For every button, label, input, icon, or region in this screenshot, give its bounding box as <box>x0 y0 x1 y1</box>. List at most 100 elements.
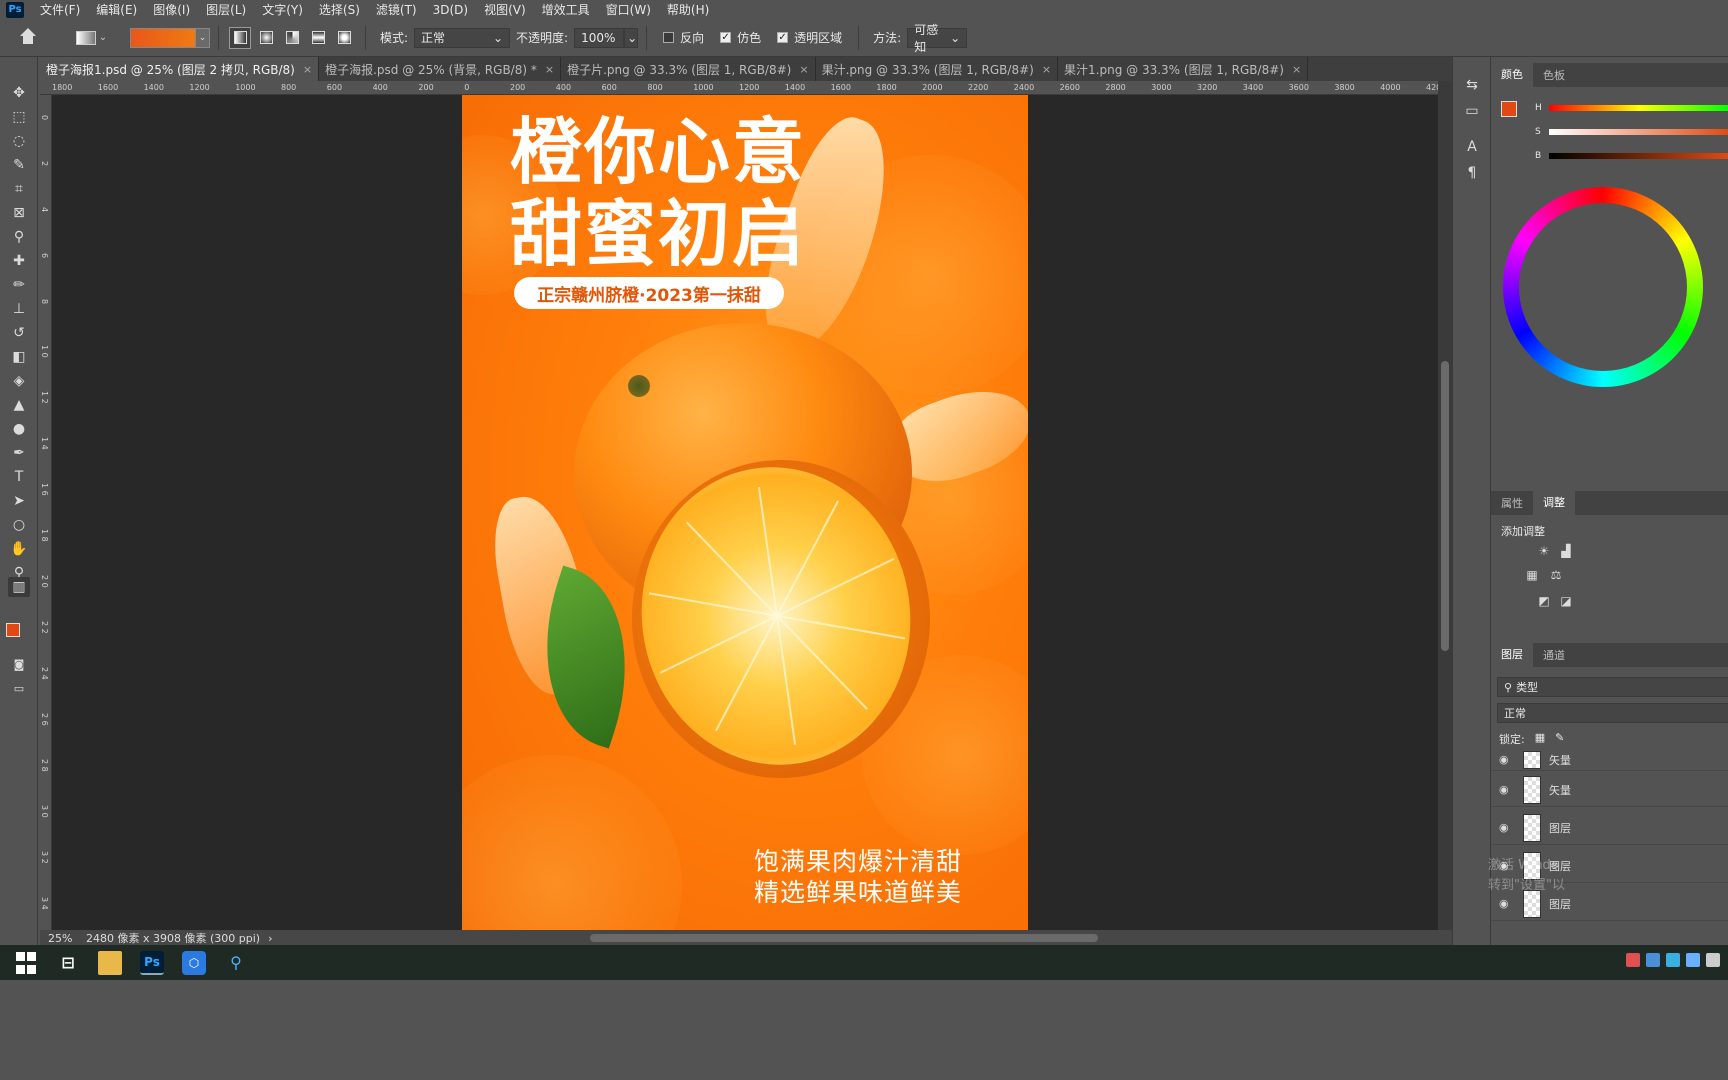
layer-name[interactable]: 图层 <box>1549 896 1571 912</box>
hand-icon[interactable]: ✋ <box>8 539 30 559</box>
dodge-icon[interactable]: ● <box>8 419 30 439</box>
frame-icon[interactable]: ⊠ <box>8 203 30 223</box>
tab-swatches[interactable]: 色板 <box>1533 67 1575 83</box>
tab-channels[interactable]: 通道 <box>1533 647 1575 663</box>
invert-icon[interactable]: ◩ <box>1533 591 1555 611</box>
lock-paint-icon[interactable]: ✎ <box>1555 731 1564 747</box>
tray-app-icon[interactable] <box>1626 953 1640 967</box>
gradient-map-icon[interactable]: ◪ <box>1555 591 1577 611</box>
foreground-color-swatch[interactable] <box>6 623 20 637</box>
opacity-dropdown[interactable]: ⌄ <box>624 27 639 48</box>
gradient-dropdown[interactable]: ⌄ <box>196 27 210 48</box>
mode-select[interactable]: 正常 ⌄ <box>414 27 511 48</box>
menu-filter[interactable]: 滤镜(T) <box>368 1 425 18</box>
layer-filter[interactable]: ⚲ 类型 <box>1497 677 1728 697</box>
eraser-icon[interactable]: ◧ <box>8 347 30 367</box>
brightness-slider[interactable] <box>1549 153 1728 159</box>
paragraph-icon[interactable]: ¶ <box>1461 163 1483 183</box>
menu-edit[interactable]: 编辑(E) <box>88 1 145 18</box>
menu-type[interactable]: 文字(Y) <box>254 1 311 18</box>
layer-name[interactable]: 矢量 <box>1549 752 1571 768</box>
gradient-swatch[interactable] <box>130 27 196 48</box>
reverse-checkbox[interactable]: 反向 <box>663 29 704 46</box>
photoshop-taskbar-icon[interactable]: Ps <box>140 950 164 975</box>
history-brush-icon[interactable]: ↺ <box>8 323 30 343</box>
horizontal-ruler[interactable]: 1800 1600 1400 1200 1000 800 600 400 200 0 200 400 6… <box>40 81 1438 95</box>
path-select-icon[interactable]: ➤ <box>8 491 30 511</box>
tab-layers[interactable]: 图层 <box>1491 643 1533 667</box>
menu-image[interactable]: 图像(I) <box>145 1 198 18</box>
marquee-icon[interactable]: ⬚ <box>8 107 30 127</box>
tab-adjustments[interactable]: 调整 <box>1533 491 1575 515</box>
network-icon[interactable] <box>1706 953 1720 967</box>
search-app-icon[interactable]: ⚲ <box>224 951 248 975</box>
task-view-icon[interactable]: ⊟ <box>56 951 80 975</box>
shield-icon[interactable] <box>1686 953 1700 967</box>
checkbox-box[interactable] <box>663 32 675 43</box>
linear-gradient-button[interactable] <box>229 26 251 49</box>
file-explorer-icon[interactable] <box>98 950 122 975</box>
layer-name[interactable]: 图层 <box>1549 820 1571 836</box>
reflected-gradient-button[interactable] <box>307 27 329 49</box>
history-icon[interactable]: ⇆ <box>1461 75 1483 95</box>
tab-color[interactable]: 颜色 <box>1491 63 1533 87</box>
paint-bucket-icon[interactable]: ◈ <box>8 371 30 391</box>
eye-icon[interactable]: ◉ <box>1499 821 1513 834</box>
tab-document-2[interactable]: 橙子海报.psd @ 25% (背景, RGB/8) * × <box>319 57 562 81</box>
quick-select-icon[interactable]: ✎ <box>8 155 30 175</box>
status-arrow[interactable]: › <box>268 932 272 945</box>
quick-mask-icon[interactable]: ◙ <box>8 655 30 675</box>
ellipse-icon[interactable]: ○ <box>8 515 30 535</box>
blur-icon[interactable]: ▲ <box>8 395 30 415</box>
close-icon[interactable]: × <box>799 63 808 76</box>
zoom-level[interactable]: 25% <box>48 932 86 945</box>
lock-transparency-icon[interactable]: ▦ <box>1535 731 1545 747</box>
layer-row[interactable]: ◉ 矢量 <box>1491 749 1728 771</box>
transparency-checkbox[interactable]: ✓ 透明区域 <box>777 29 842 46</box>
tray-app-icon[interactable] <box>1666 953 1680 967</box>
radial-gradient-button[interactable] <box>255 27 277 49</box>
brush-icon[interactable]: ✏ <box>8 275 30 295</box>
tab-document-3[interactable]: 橙子片.png @ 33.3% (图层 1, RGB/8#) × <box>561 57 816 81</box>
chevron-down-icon[interactable]: ⌄ <box>96 32 110 43</box>
tool-preset-picker[interactable] <box>76 30 96 45</box>
tab-document-1[interactable]: 橙子海报1.psd @ 25% (图层 2 拷贝, RGB/8) × <box>40 57 320 81</box>
windows-start-icon[interactable] <box>14 951 38 975</box>
color-balance-icon[interactable]: ⚖ <box>1545 565 1567 585</box>
stamp-icon[interactable]: ⊥ <box>8 299 30 319</box>
opacity-input[interactable]: 100% <box>574 27 625 48</box>
crop-icon[interactable]: ⌗ <box>8 179 30 199</box>
foreground-color-swatch[interactable] <box>1501 101 1517 117</box>
close-icon[interactable]: × <box>1292 63 1301 76</box>
layer-row[interactable]: ◉ 图层 <box>1491 811 1728 845</box>
blend-mode-select[interactable]: 正常 <box>1497 703 1728 723</box>
eye-icon[interactable]: ◉ <box>1499 783 1513 796</box>
lasso-icon[interactable]: ◌ <box>8 131 30 151</box>
menu-window[interactable]: 窗口(W) <box>598 1 659 18</box>
eye-icon[interactable]: ◉ <box>1499 753 1513 766</box>
layer-name[interactable]: 矢量 <box>1549 782 1571 798</box>
tab-document-5[interactable]: 果汁1.png @ 33.3% (图层 1, RGB/8#) × <box>1058 57 1309 81</box>
comment-icon[interactable]: ▭ <box>1461 101 1483 121</box>
close-icon[interactable]: × <box>303 63 312 76</box>
checkbox-box[interactable]: ✓ <box>720 32 732 43</box>
hue-slider[interactable] <box>1549 105 1728 111</box>
move-icon[interactable]: ✥ <box>8 83 30 103</box>
brightness-icon[interactable]: ☀ <box>1533 541 1555 561</box>
color-wheel[interactable] <box>1503 187 1703 387</box>
close-icon[interactable]: × <box>545 63 554 76</box>
method-select[interactable]: 可感知 ⌄ <box>907 23 968 54</box>
menu-select[interactable]: 选择(S) <box>311 1 368 18</box>
type-icon[interactable]: T <box>8 467 30 487</box>
dither-checkbox[interactable]: ✓ 仿色 <box>720 29 761 46</box>
hue-sat-icon[interactable]: ▦ <box>1521 565 1543 585</box>
app-taskbar-icon[interactable]: ⬡ <box>182 950 206 975</box>
home-icon[interactable] <box>18 27 38 48</box>
menu-file[interactable]: 文件(F) <box>32 1 88 18</box>
eye-icon[interactable]: ◉ <box>1499 897 1513 910</box>
menu-help[interactable]: 帮助(H) <box>659 1 717 18</box>
menu-layer[interactable]: 图层(L) <box>198 1 254 18</box>
poster-artwork[interactable]: 橙你心意 甜蜜初启 正宗赣州脐橙·2023第一抹甜 饱满果肉爆汁清甜 精选鲜果味… <box>462 95 1028 930</box>
pen-icon[interactable]: ✒ <box>8 443 30 463</box>
screen-mode-icon[interactable]: ▭ <box>8 679 30 699</box>
